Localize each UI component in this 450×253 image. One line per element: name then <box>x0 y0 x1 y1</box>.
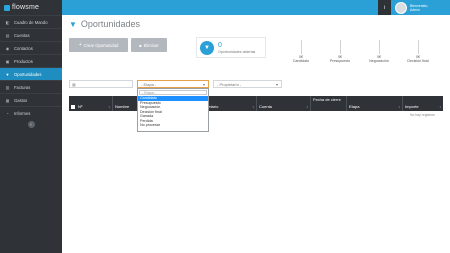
user-name: Admin <box>410 7 420 12</box>
stage-total: 0€ Negociación <box>364 40 394 63</box>
app-logo[interactable]: flowsme <box>0 0 62 15</box>
reports-icon: ◔ <box>6 110 9 116</box>
stage-select-value: - Etapa - <box>141 81 157 87</box>
column-label: Nombre <box>115 104 130 109</box>
opportunities-table-header: Nº ↕ Nombre ↕ Propietario ↕ Cuenta ↕ Fec… <box>69 96 443 111</box>
sort-icon: ↕ <box>252 105 254 109</box>
open-label: Oportunidades abiertas <box>218 49 256 54</box>
logo-mark-icon <box>4 4 10 11</box>
accounts-icon: ▤ <box>5 32 10 38</box>
app-name: flowsme <box>12 4 40 11</box>
avatar <box>395 1 407 14</box>
chevron-down-icon: ▾ <box>202 81 205 87</box>
delete-button[interactable]: ■ Eliminar <box>131 38 167 52</box>
sidebar-item-label: Cuentas <box>14 32 30 38</box>
stage-label: Candidato <box>292 59 310 63</box>
chevron-down-icon: ▾ <box>275 81 278 87</box>
stage-label: Decisión final <box>407 59 429 63</box>
user-greeting: Bienvenido, <box>410 3 429 8</box>
sidebar-item-facturas[interactable]: ▥ Facturas <box>0 80 62 93</box>
column-account[interactable]: Cuenta ↕ <box>257 96 311 111</box>
sort-icon: ↕ <box>398 105 400 109</box>
sort-icon: ↕ <box>439 105 441 109</box>
stage-total: 0€ Presupuesto <box>325 40 355 63</box>
create-opportunity-button[interactable]: + Crear Oportunidad <box>69 38 128 52</box>
column-number[interactable]: Nº ↕ <box>69 96 113 111</box>
trash-icon: ■ <box>139 42 142 48</box>
column-amount[interactable]: Importe ↕ <box>403 96 443 111</box>
stage-dropdown-list: - Etapa - Candidato Presupuesto Negociac… <box>137 88 209 132</box>
info-button[interactable]: i <box>378 0 391 15</box>
page-title: Oportunidades <box>80 19 140 29</box>
delete-label: Eliminar <box>143 42 159 48</box>
products-icon: ▣ <box>5 58 10 64</box>
stage-label: Presupuesto <box>329 59 351 63</box>
sidebar-item-productos[interactable]: ▣ Productos <box>0 54 62 67</box>
user-menu[interactable]: Bienvenido, Admin <box>395 0 450 15</box>
sidebar-item-label: Facturas <box>14 84 31 90</box>
sidebar-item-cuentas[interactable]: ▤ Cuentas <box>0 28 62 41</box>
sidebar-item-cuadro-de-mando[interactable]: ◧ Cuadro de Mando <box>0 15 62 28</box>
invoices-icon: ▥ <box>5 84 10 90</box>
date-filter-input[interactable]: ▦ <box>69 80 133 88</box>
open-count: 0 <box>218 41 222 49</box>
sidebar-item-label: Productos <box>14 58 33 64</box>
sort-icon: ↕ <box>306 105 308 109</box>
collapse-sidebar-button[interactable]: ‹ <box>27 121 35 128</box>
contacts-icon: ◉ <box>5 45 10 51</box>
column-label: Nº <box>78 104 83 109</box>
sidebar-item-contactos[interactable]: ◉ Contactos <box>0 41 62 54</box>
column-close-date[interactable]: Fecha de cierre <box>311 96 347 111</box>
expenses-icon: ▦ <box>5 97 10 103</box>
column-label: Etapa <box>349 104 360 109</box>
sidebar-item-label: Gastos <box>14 97 28 103</box>
topbar: i Bienvenido, Admin <box>62 0 450 15</box>
open-opportunities-summary: ▼ 0 Oportunidades abiertas <box>196 37 266 58</box>
sort-icon: ↕ <box>108 105 110 109</box>
sidebar-item-informes[interactable]: ◔ Informes <box>0 106 62 119</box>
owner-select[interactable]: - Propietario - ▾ <box>213 80 282 88</box>
stage-total: 0€ Decisión final <box>403 40 433 63</box>
funnel-icon: ▼ <box>5 71 10 77</box>
calendar-icon: ▦ <box>72 81 76 87</box>
sidebar-item-label: Contactos <box>14 45 33 51</box>
dropdown-option[interactable]: No procesar <box>138 123 208 128</box>
column-label: Importe <box>405 104 419 109</box>
dropdown-search-input[interactable]: - Etapa - <box>139 90 207 95</box>
column-label: Cuenta <box>259 104 272 109</box>
stage-select[interactable]: - Etapa - ▾ <box>137 80 209 88</box>
select-all-checkbox[interactable] <box>71 105 75 109</box>
funnel-badge-icon: ▼ <box>200 40 214 55</box>
funnel-icon: ▼ <box>69 19 77 29</box>
sidebar-item-label: Oportunidades <box>14 71 42 77</box>
sidebar-item-oportunidades[interactable]: ▼ Oportunidades <box>0 67 62 80</box>
sidebar: flowsme ◧ Cuadro de Mando ▤ Cuentas ◉ Contact… <box>0 0 62 253</box>
plus-icon: + <box>78 42 82 48</box>
dashboard-icon: ◧ <box>5 19 10 25</box>
owner-select-value: - Propietario - <box>217 81 242 87</box>
stage-label: Negociación <box>369 59 389 63</box>
sidebar-item-label: Informes <box>14 110 31 116</box>
page-header: ▼ Oportunidades <box>69 19 140 29</box>
sidebar-item-gastos[interactable]: ▦ Gastos <box>0 93 62 106</box>
column-label: Fecha de cierre <box>313 97 341 102</box>
column-stage[interactable]: Etapa ↕ <box>347 96 403 111</box>
create-opportunity-label: Crear Oportunidad <box>83 42 119 48</box>
sidebar-item-label: Cuadro de Mando <box>14 19 48 25</box>
empty-table-message: No hay registros <box>410 113 435 117</box>
stage-total: 0€ Candidato <box>286 40 316 63</box>
